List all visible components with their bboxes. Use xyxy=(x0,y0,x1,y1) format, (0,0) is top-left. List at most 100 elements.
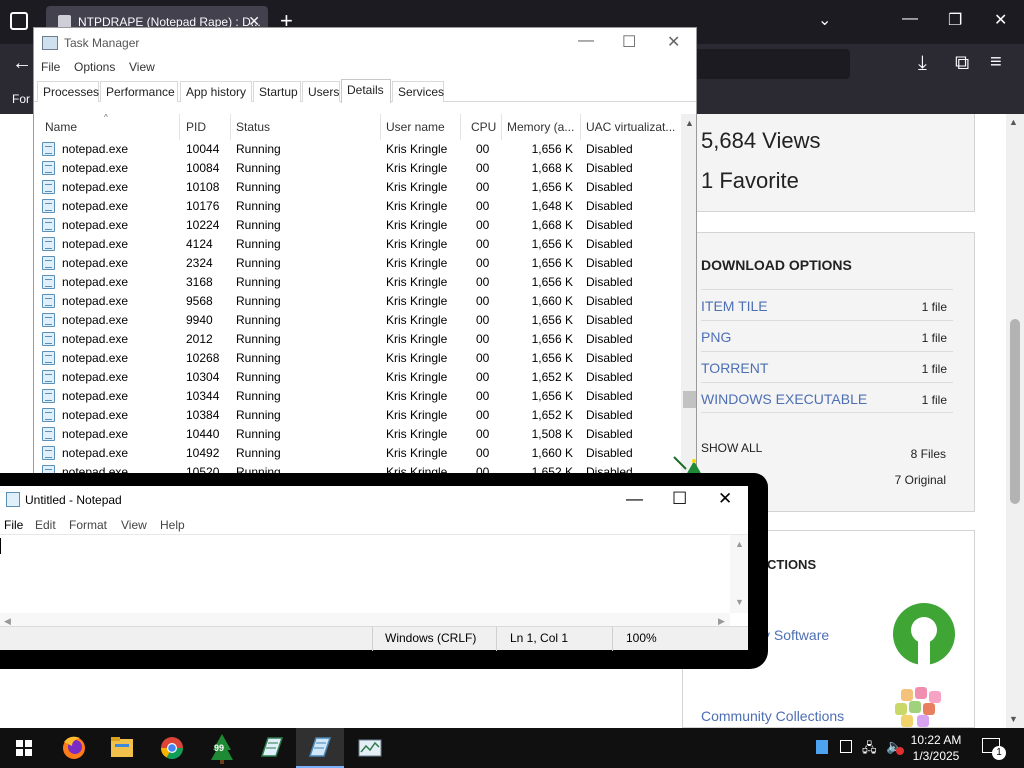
taskbar-file-explorer[interactable] xyxy=(98,728,146,768)
tab-processes[interactable]: Processes xyxy=(37,81,99,102)
taskbar-notepad-app[interactable] xyxy=(248,728,296,768)
tab-performance[interactable]: Performance xyxy=(100,81,178,102)
menu-help[interactable]: Help xyxy=(160,518,185,532)
table-row[interactable]: notepad.exe 2324 Running Kris Kringle 00 1,65… xyxy=(34,254,682,273)
taskbar-christmas-tree-app[interactable]: 99 xyxy=(198,728,246,768)
table-row[interactable]: notepad.exe 10492 Running Kris Kringle 00 1,6… xyxy=(34,444,682,463)
network-icon[interactable]: 🖧 xyxy=(862,739,877,761)
download-option-link[interactable]: WINDOWS EXECUTABLE xyxy=(701,391,867,407)
table-row[interactable]: notepad.exe 3168 Running Kris Kringle 00 1,65… xyxy=(34,273,682,292)
column-uac-virtualization[interactable]: UAC virtualizat... xyxy=(586,120,678,134)
page-scroll-thumb[interactable] xyxy=(1010,319,1020,504)
table-row[interactable]: notepad.exe 10224 Running Kris Kringle 00 1,6… xyxy=(34,216,682,235)
table-row[interactable]: notepad.exe 9940 Running Kris Kringle 00 1,65… xyxy=(34,311,682,330)
taskbar-chrome[interactable] xyxy=(148,728,196,768)
browser-minimize-icon[interactable]: — xyxy=(902,10,918,28)
column-cpu[interactable]: CPU xyxy=(471,120,497,134)
menu-view[interactable]: View xyxy=(121,518,147,532)
process-name: notepad.exe xyxy=(62,275,129,289)
column-status[interactable]: Status xyxy=(236,120,376,134)
menu-file[interactable]: File xyxy=(4,518,23,532)
tab-list-icon[interactable] xyxy=(10,12,28,30)
process-pid: 10224 xyxy=(186,218,220,232)
process-name: notepad.exe xyxy=(62,389,129,403)
minimize-icon[interactable]: — xyxy=(578,32,594,50)
column-name[interactable]: Name xyxy=(45,120,175,134)
table-row[interactable]: notepad.exe 10304 Running Kris Kringle 00 1,6… xyxy=(34,368,682,387)
table-row[interactable]: notepad.exe 10176 Running Kris Kringle 00 1,6… xyxy=(34,197,682,216)
back-arrow-icon[interactable]: ← xyxy=(12,52,32,75)
tab-startup[interactable]: Startup xyxy=(253,81,301,102)
notification-center-button[interactable]: 1 xyxy=(980,736,1006,760)
url-bar[interactable] xyxy=(670,49,850,79)
start-button[interactable] xyxy=(0,728,48,768)
menu-edit[interactable]: Edit xyxy=(35,518,56,532)
table-row[interactable]: notepad.exe 10108 Running Kris Kringle 00 1,6… xyxy=(34,178,682,197)
tab-users[interactable]: Users xyxy=(302,81,340,102)
process-status: Running xyxy=(236,142,281,156)
open-source-logo-icon[interactable] xyxy=(893,603,955,665)
community-collections-logo-icon[interactable] xyxy=(895,687,953,729)
scroll-down-icon[interactable]: ▼ xyxy=(1009,714,1018,724)
tab-app-history[interactable]: App history xyxy=(180,81,252,102)
maximize-icon[interactable]: ☐ xyxy=(622,32,636,52)
maximize-icon[interactable]: ☐ xyxy=(672,489,687,509)
task-manager-titlebar[interactable]: Task Manager — ☐ ✕ xyxy=(34,28,696,58)
taskbar-notepad[interactable] xyxy=(296,728,344,768)
close-icon[interactable]: ✕ xyxy=(667,32,680,52)
tab-details[interactable]: Details xyxy=(341,79,391,103)
table-row[interactable]: notepad.exe 10344 Running Kris Kringle 00 1,6… xyxy=(34,387,682,406)
download-option-link[interactable]: TORRENT xyxy=(701,360,768,376)
menu-format[interactable]: Format xyxy=(69,518,107,532)
tab-services[interactable]: Services xyxy=(392,81,444,102)
task-manager-tabs: Processes Performance App history Startu… xyxy=(34,79,696,103)
download-option-link[interactable]: PNG xyxy=(701,329,731,345)
show-all-link[interactable]: SHOW ALL xyxy=(701,441,762,455)
extensions-icon[interactable]: ⧉ xyxy=(955,52,969,75)
scroll-up-icon[interactable]: ▲ xyxy=(1009,117,1018,127)
scroll-up-icon[interactable]: ▲ xyxy=(685,118,694,128)
taskbar-task-manager[interactable] xyxy=(346,728,394,768)
scroll-up-icon[interactable]: ▲ xyxy=(735,539,744,549)
process-pid: 9940 xyxy=(186,313,213,327)
download-option-row: TORRENT 1 file xyxy=(701,351,953,382)
column-user-name[interactable]: User name xyxy=(386,120,456,134)
notepad-titlebar[interactable]: Untitled - Notepad — ☐ ✕ xyxy=(0,486,748,514)
table-row[interactable]: notepad.exe 4124 Running Kris Kringle 00 1,65… xyxy=(34,235,682,254)
notepad-text-area[interactable]: ▲ ▼ ◀ ▶ xyxy=(0,534,748,631)
scroll-down-icon[interactable]: ▼ xyxy=(735,597,744,607)
table-row[interactable]: notepad.exe 10044 Running Kris Kringle 00 1,6… xyxy=(34,140,682,159)
table-row[interactable]: notepad.exe 10268 Running Kris Kringle 00 1,6… xyxy=(34,349,682,368)
taskbar-clock[interactable]: 10:22 AM 1/3/2025 xyxy=(906,732,966,764)
table-row[interactable]: notepad.exe 10440 Running Kris Kringle 00 1,5… xyxy=(34,425,682,444)
browser-close-icon[interactable]: ✕ xyxy=(994,10,1007,30)
table-row[interactable]: notepad.exe 2012 Running Kris Kringle 00 1,65… xyxy=(34,330,682,349)
menu-options[interactable]: Options xyxy=(74,60,115,74)
app-menu-icon[interactable]: ≡ xyxy=(990,51,1002,74)
table-row[interactable]: notepad.exe 10384 Running Kris Kringle 00 1,6… xyxy=(34,406,682,425)
menu-view[interactable]: View xyxy=(129,60,155,74)
download-option-link[interactable]: ITEM TILE xyxy=(701,298,768,314)
column-pid[interactable]: PID xyxy=(186,120,230,134)
table-row[interactable]: notepad.exe 9568 Running Kris Kringle 00 1,66… xyxy=(34,292,682,311)
page-scrollbar[interactable]: ▲ ▼ xyxy=(1006,114,1024,728)
downloads-icon[interactable]: ⤓ xyxy=(918,52,927,75)
taskbar-firefox[interactable] xyxy=(50,728,98,768)
collection-link[interactable]: Community Collections xyxy=(701,708,844,724)
notepad-process-icon xyxy=(42,370,55,384)
column-memory[interactable]: Memory (a... xyxy=(507,120,577,134)
bookmark-item[interactable]: For xyxy=(12,92,30,106)
minimize-icon[interactable]: — xyxy=(626,489,643,509)
table-row[interactable]: notepad.exe 10084 Running Kris Kringle 00 1,6… xyxy=(34,159,682,178)
notepad-vertical-scrollbar[interactable]: ▲ ▼ xyxy=(730,535,748,613)
menu-file[interactable]: File xyxy=(41,60,60,74)
details-scrollbar[interactable]: ▲ xyxy=(681,114,696,482)
tray-device-icon[interactable] xyxy=(840,740,852,753)
close-icon[interactable]: ✕ xyxy=(718,489,732,509)
details-scroll-thumb[interactable] xyxy=(683,391,696,408)
tray-app-icon[interactable] xyxy=(816,740,828,754)
process-memory: 1,652 K xyxy=(531,370,573,384)
tab-overflow-chevron-icon[interactable]: ⌄ xyxy=(818,10,831,30)
collection-link[interactable]: y Software xyxy=(763,627,829,643)
browser-restore-icon[interactable]: ❐ xyxy=(948,10,962,30)
